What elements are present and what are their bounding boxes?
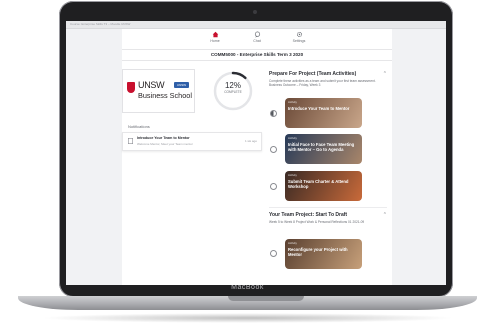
- card-caption: Activity: [288, 241, 297, 245]
- camera-icon: [253, 10, 257, 14]
- activity-card[interactable]: Activity Introduce Your Team to Mentor: [285, 98, 362, 128]
- card-title: Initial Face to Face Team Meeting with M…: [288, 142, 355, 152]
- card-title: Reconfigure your Project with Mentor: [288, 247, 348, 257]
- section-team-project: Your Team Project: Start To Draft Week 5…: [269, 212, 387, 224]
- card-caption: Activity: [288, 173, 297, 177]
- logo-wordmark: UNSW: [138, 80, 165, 90]
- nav-settings[interactable]: Settings: [286, 31, 312, 43]
- section-title: Your Team Project: Start To Draft: [269, 212, 348, 218]
- course-page: Home Chat Settings COMM5000 - Enterprise…: [122, 29, 392, 285]
- unsw-crest-icon: [127, 82, 135, 93]
- activity-card[interactable]: Activity Reconfigure your Project with M…: [285, 239, 362, 269]
- gear-icon: [296, 31, 302, 38]
- progress-value: 12: [224, 81, 234, 90]
- laptop-screen: Course: Enterprise Skills T3 – Moodle UN…: [66, 21, 446, 285]
- logo-school-name: Business School: [138, 91, 192, 100]
- card-caption: Activity: [288, 100, 297, 104]
- laptop-notch: [228, 296, 304, 301]
- card-title: Introduce Your Team to Mentor: [288, 106, 350, 111]
- notification-title: Introduce Your Team to Mentor: [137, 136, 190, 140]
- chevron-up-icon[interactable]: ⌃: [383, 212, 387, 218]
- card-caption: Activity: [288, 136, 297, 140]
- activity-card[interactable]: Activity Initial Face to Face Team Meeti…: [285, 134, 362, 164]
- section-title: Prepare For Project (Team Activities): [269, 71, 357, 77]
- section-description: Complete these activities as a team and …: [269, 79, 376, 87]
- progress-unit: %: [233, 81, 242, 90]
- browser-title-bar: Course: Enterprise Skills T3 – Moodle UN…: [66, 21, 446, 29]
- nav-chat[interactable]: Chat: [244, 31, 270, 43]
- section-description: Week 5 to Week 8 Project Work & Personal…: [269, 220, 365, 224]
- notification-item[interactable]: Introduce Your Team to Mentor Welcome Me…: [122, 132, 262, 151]
- course-title-bar: COMM5000 - Enterprise Skills Term 3 2020: [122, 49, 392, 61]
- laptop-brand-label: MacBook: [231, 284, 264, 291]
- course-title: COMM5000 - Enterprise Skills Term 3 2020: [210, 52, 304, 57]
- activity-status-radio[interactable]: [270, 110, 277, 117]
- section-prepare-for-project: Prepare For Project (Team Activities) Co…: [269, 71, 387, 87]
- nav-home[interactable]: Home: [202, 31, 228, 43]
- unsw-business-school-logo: UNSW UNSW Business School: [122, 69, 195, 113]
- document-icon: [128, 138, 133, 144]
- notification-date: 1 wk ago: [244, 139, 257, 143]
- chevron-up-icon[interactable]: ⌃: [383, 71, 387, 77]
- laptop-shadow: [40, 313, 455, 323]
- activity-status-radio[interactable]: [270, 183, 277, 190]
- activity-status-radio[interactable]: [270, 146, 277, 153]
- home-icon: [212, 31, 218, 38]
- activity-card[interactable]: Activity Submit Team Charter & Attend Wo…: [285, 171, 362, 201]
- activity-status-radio[interactable]: [270, 250, 277, 257]
- progress-label: 12% COMPLETE: [212, 81, 254, 95]
- section-divider: [269, 207, 387, 208]
- notifications-heading: Notifications: [128, 124, 150, 129]
- card-title: Submit Team Charter & Attend Workshop: [288, 179, 349, 189]
- laptop-base: [18, 296, 477, 310]
- progress-caption: COMPLETE: [224, 90, 242, 94]
- chat-icon: [254, 31, 260, 38]
- window-title: Course: Enterprise Skills T3 – Moodle UN…: [70, 22, 131, 26]
- notification-subtitle: Welcome Mentor, Meet your Team mentor: [137, 142, 193, 146]
- logo-tag: UNSW: [174, 82, 189, 88]
- top-nav: Home Chat Settings: [122, 29, 392, 49]
